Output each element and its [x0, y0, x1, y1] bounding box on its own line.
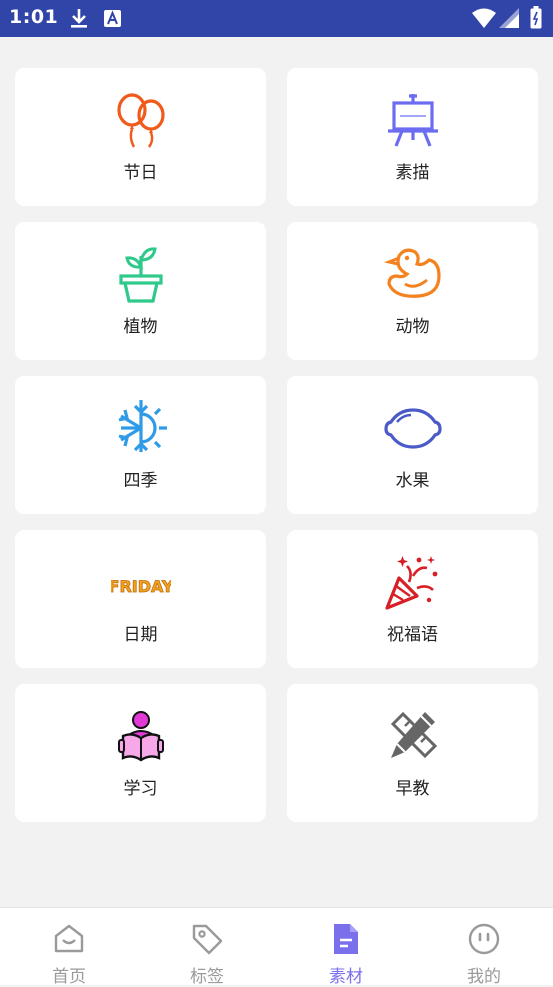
nav-label: 标签 [190, 967, 224, 987]
category-card-blessing[interactable]: 祝福语 [287, 530, 538, 668]
bottom-nav: 首页 标签 素材 我的 [0, 907, 553, 987]
home-icon [52, 922, 86, 956]
reading-person-icon [111, 706, 171, 766]
status-bar: 1:01 [0, 0, 553, 37]
category-card-plant[interactable]: 植物 [15, 222, 266, 360]
nav-item-tags[interactable]: 标签 [138, 908, 276, 987]
category-label: 素描 [395, 163, 430, 183]
category-card-fruit[interactable]: 水果 [287, 376, 538, 514]
nav-label: 首页 [52, 967, 86, 987]
balloons-icon [111, 90, 171, 150]
party-popper-icon [383, 552, 443, 612]
category-label: 祝福语 [387, 625, 438, 645]
category-card-early-education[interactable]: 早教 [287, 684, 538, 822]
category-card-sketch[interactable]: 素描 [287, 68, 538, 206]
category-label: 日期 [123, 625, 158, 645]
nav-item-home[interactable]: 首页 [0, 908, 138, 987]
friday-text: FRIDAY [111, 577, 171, 596]
face-icon [467, 922, 501, 956]
lemon-icon [383, 398, 443, 458]
tag-icon [190, 922, 224, 956]
pencil-ruler-icon [383, 706, 443, 766]
category-label: 四季 [123, 471, 158, 491]
category-card-animal[interactable]: 动物 [287, 222, 538, 360]
nav-label: 素材 [329, 967, 363, 987]
category-card-date[interactable]: FRIDAY 日期 [15, 530, 266, 668]
nav-item-materials[interactable]: 素材 [277, 908, 415, 987]
easel-icon [383, 90, 443, 150]
category-card-seasons[interactable]: 四季 [15, 376, 266, 514]
status-time: 1:01 [9, 6, 59, 28]
category-label: 动物 [395, 317, 430, 337]
app-notification-icon [104, 10, 121, 31]
duck-icon [383, 244, 443, 304]
category-label: 早教 [395, 779, 430, 799]
nav-item-mine[interactable]: 我的 [415, 908, 553, 987]
category-card-study[interactable]: 学习 [15, 684, 266, 822]
document-icon [329, 922, 363, 956]
nav-label: 我的 [467, 967, 501, 987]
category-label: 节日 [123, 163, 158, 183]
friday-text-icon: FRIDAY [111, 552, 171, 612]
category-label: 水果 [395, 471, 430, 491]
signal-icon [499, 8, 519, 32]
plant-pot-icon [111, 244, 171, 304]
battery-icon [530, 6, 542, 33]
sun-snowflake-icon [111, 398, 171, 458]
download-icon [69, 7, 89, 33]
category-card-holiday[interactable]: 节日 [15, 68, 266, 206]
category-label: 学习 [123, 779, 158, 799]
category-label: 植物 [123, 317, 158, 337]
wifi-icon [472, 8, 496, 32]
